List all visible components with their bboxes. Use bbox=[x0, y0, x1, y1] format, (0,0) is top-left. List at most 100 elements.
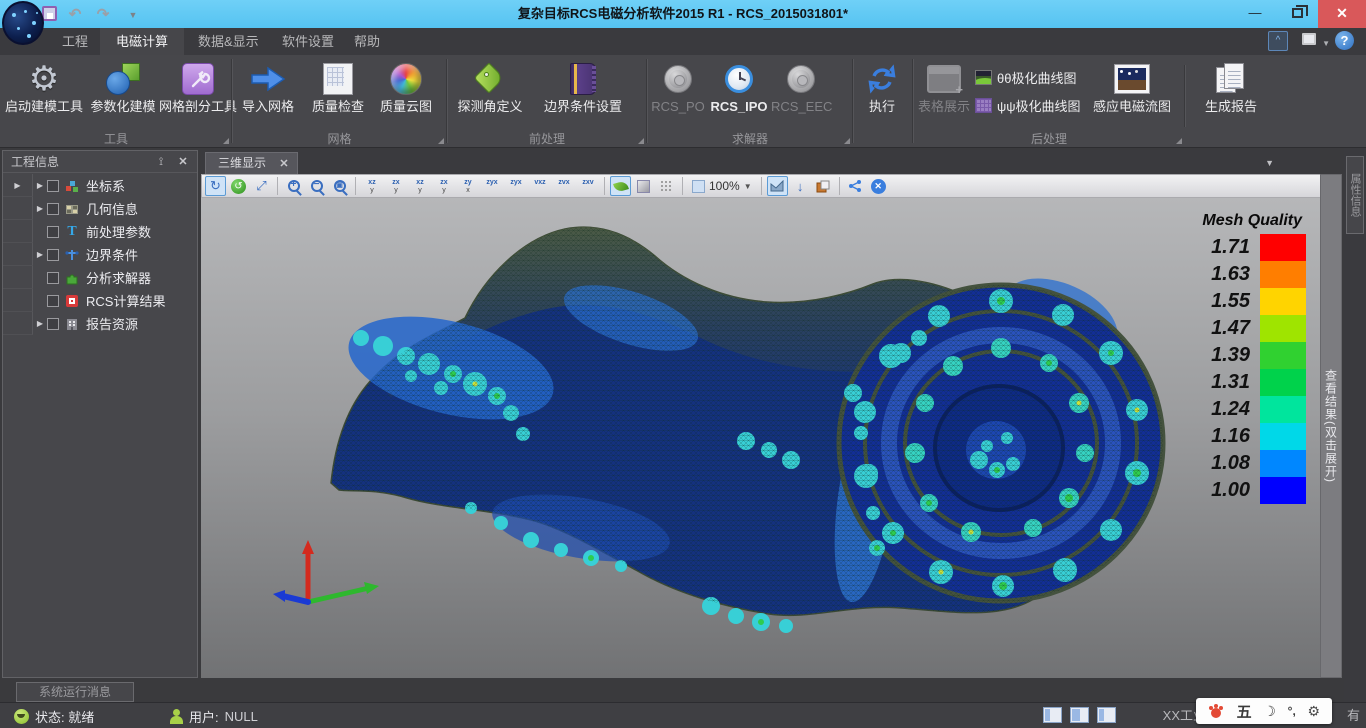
smooth-shading-button[interactable] bbox=[610, 176, 631, 196]
panel-close-icon[interactable]: ✕ bbox=[175, 154, 191, 170]
view-orientation-button[interactable]: zyx bbox=[457, 176, 479, 196]
psi-curve-button[interactable]: ψψ极化曲线图 bbox=[975, 91, 1085, 119]
rotate-view-button[interactable]: ↻ bbox=[205, 176, 226, 196]
probe-angle-button[interactable]: 探测角定义 bbox=[453, 59, 527, 131]
view-orientation-button[interactable]: xzy bbox=[361, 176, 383, 196]
tree-checkbox[interactable] bbox=[47, 272, 59, 284]
tree-checkbox[interactable] bbox=[47, 318, 59, 330]
zoom-in-button[interactable]: + bbox=[283, 176, 304, 196]
coordinate-system-icon bbox=[64, 178, 80, 194]
tab-close-icon[interactable]: ✕ bbox=[279, 158, 288, 170]
chevron-right-icon[interactable]: ▶ bbox=[33, 250, 47, 259]
chevron-right-icon[interactable]: ▶ bbox=[11, 181, 25, 190]
close-view-button[interactable]: ✕ bbox=[868, 176, 889, 196]
execute-button[interactable]: 执行 bbox=[859, 59, 905, 131]
mesh-model bbox=[201, 198, 1320, 678]
system-messages-tab[interactable]: 系统运行消息 bbox=[16, 682, 134, 702]
wireframe-button[interactable] bbox=[656, 176, 677, 196]
legend-color-band bbox=[1260, 342, 1306, 369]
zoom-level-select[interactable]: 100% ▼ bbox=[688, 179, 756, 193]
flat-shading-button[interactable] bbox=[633, 176, 654, 196]
tree-checkbox[interactable] bbox=[47, 226, 59, 238]
panel-layout-split-icon[interactable] bbox=[1070, 707, 1089, 723]
group-expand-icon[interactable] bbox=[223, 138, 229, 144]
group-expand-icon[interactable] bbox=[438, 138, 444, 144]
group-expand-icon[interactable] bbox=[638, 138, 644, 144]
drop-view-button[interactable]: ↓ bbox=[790, 176, 811, 196]
group-expand-icon[interactable] bbox=[844, 138, 850, 144]
panel-layout-left-icon[interactable] bbox=[1043, 707, 1062, 723]
menu-tab-help[interactable]: 帮助 bbox=[338, 28, 396, 55]
solver-ipo-button[interactable]: RCS_IPO bbox=[709, 59, 769, 131]
theta-curve-button[interactable]: θθ极化曲线图 bbox=[975, 63, 1085, 91]
generate-report-button[interactable]: 生成报告 bbox=[1199, 59, 1263, 131]
view-orientation-button[interactable]: zyx bbox=[481, 176, 503, 196]
window-style-icon[interactable]: ▼ bbox=[1302, 31, 1322, 51]
menu-tab-em-compute[interactable]: 电磁计算 bbox=[100, 28, 184, 55]
pin-icon[interactable]: ⟟ bbox=[153, 154, 169, 170]
tree-item-boundary-condition[interactable]: ▶ 边界条件 bbox=[3, 243, 197, 266]
ime-settings-gear-icon[interactable]: ⚙ bbox=[1308, 703, 1321, 720]
chevron-right-icon[interactable]: ▶ bbox=[33, 319, 47, 328]
ime-punctuation-icon[interactable]: °, bbox=[1288, 704, 1296, 718]
solver-eec-icon bbox=[787, 65, 815, 93]
clip-plane-button[interactable] bbox=[767, 176, 788, 196]
panel-layout-buttons bbox=[1043, 707, 1116, 723]
view-orientation-button[interactable]: zxy bbox=[433, 176, 455, 196]
view-orientation-button[interactable]: zxy bbox=[385, 176, 407, 196]
minimize-button[interactable]: — bbox=[1236, 0, 1274, 28]
induced-current-map-button[interactable]: 感应电磁流图 bbox=[1087, 59, 1177, 131]
results-expander-tab[interactable]: 查看结果(双击展开) bbox=[1320, 174, 1342, 678]
launch-modeling-tool-button[interactable]: ⚙ 启动建模工具 bbox=[4, 59, 84, 131]
pan-view-button[interactable]: ⤢ bbox=[251, 176, 272, 196]
view-orientation-button[interactable]: zvx bbox=[553, 176, 575, 196]
tree-item-analysis-solver[interactable]: 分析求解器 bbox=[3, 266, 197, 289]
tree-item-rcs-result[interactable]: RCS计算结果 bbox=[3, 289, 197, 312]
close-button[interactable]: ✕ bbox=[1318, 0, 1366, 28]
view-orientation-button[interactable]: zxv bbox=[577, 176, 599, 196]
tree-checkbox[interactable] bbox=[47, 203, 59, 215]
ribbon-group-mesh: 导入网格 质量检查 质量云图 网格 bbox=[232, 55, 447, 147]
panel-layout-right-icon[interactable] bbox=[1097, 707, 1116, 723]
view-orientation-button[interactable]: xzy bbox=[409, 176, 431, 196]
zoom-fit-button[interactable]: ▣ bbox=[329, 176, 350, 196]
zoom-out-button[interactable]: − bbox=[306, 176, 327, 196]
tree-item-coordinate-system[interactable]: ▶ ▶ 坐标系 bbox=[3, 174, 197, 197]
orbit-view-button[interactable]: ↺ bbox=[228, 176, 249, 196]
share-view-button[interactable] bbox=[845, 176, 866, 196]
properties-tab[interactable]: 属性信息 bbox=[1346, 156, 1364, 234]
restore-button[interactable] bbox=[1278, 0, 1316, 28]
import-mesh-button[interactable]: 导入网格 bbox=[238, 59, 298, 131]
view-orientation-button[interactable]: zyx bbox=[505, 176, 527, 196]
boundary-settings-button[interactable]: 边界条件设置 bbox=[533, 59, 633, 131]
viewport-3d[interactable]: Mesh Quality 1.71 1.63 1.55 1.47 1.39 1.… bbox=[201, 198, 1320, 678]
chevron-right-icon[interactable]: ▶ bbox=[33, 204, 47, 213]
zoom-level-value: 100% bbox=[709, 179, 740, 193]
mesh-partition-icon bbox=[182, 63, 214, 95]
quality-cloud-sphere-icon bbox=[390, 63, 422, 95]
app-logo[interactable] bbox=[2, 1, 44, 45]
collapse-ribbon-icon[interactable]: ^ bbox=[1268, 31, 1288, 51]
tab-list-dropdown-icon[interactable]: ▼ bbox=[1265, 158, 1274, 168]
tree-item-geometry-info[interactable]: ▶ 几何信息 bbox=[3, 197, 197, 220]
help-icon[interactable]: ? bbox=[1335, 31, 1354, 50]
tree-checkbox[interactable] bbox=[47, 295, 59, 307]
tree-checkbox[interactable] bbox=[47, 249, 59, 261]
ime-toolbar[interactable]: 五 ☽ °, ⚙ bbox=[1196, 698, 1332, 724]
tree-item-report-resource[interactable]: ▶ 报告资源 bbox=[3, 312, 197, 335]
chevron-right-icon[interactable]: ▶ bbox=[33, 181, 47, 190]
tree-item-preprocess-params[interactable]: T 前处理参数 bbox=[3, 220, 197, 243]
quality-cloud-button[interactable]: 质量云图 bbox=[375, 59, 437, 131]
menu-tab-project[interactable]: 工程 bbox=[46, 28, 104, 55]
parametric-modeling-button[interactable]: 参数化建模 bbox=[88, 59, 158, 131]
ime-wubi-mode[interactable]: 五 bbox=[1237, 701, 1252, 722]
ime-halfwidth-moon-icon[interactable]: ☽ bbox=[1263, 703, 1276, 720]
view-orientation-button[interactable]: vxz bbox=[529, 176, 551, 196]
layers-button[interactable] bbox=[813, 176, 834, 196]
group-expand-icon[interactable] bbox=[1176, 138, 1182, 144]
menu-tab-data-display[interactable]: 数据&显示 bbox=[182, 28, 275, 55]
mesh-partition-tool-button[interactable]: 网格剖分工具 bbox=[158, 59, 238, 131]
tab-3d-display[interactable]: 三维显示 ✕ bbox=[205, 152, 298, 174]
quality-check-button[interactable]: 质量检查 bbox=[307, 59, 369, 131]
tree-checkbox[interactable] bbox=[47, 180, 59, 192]
